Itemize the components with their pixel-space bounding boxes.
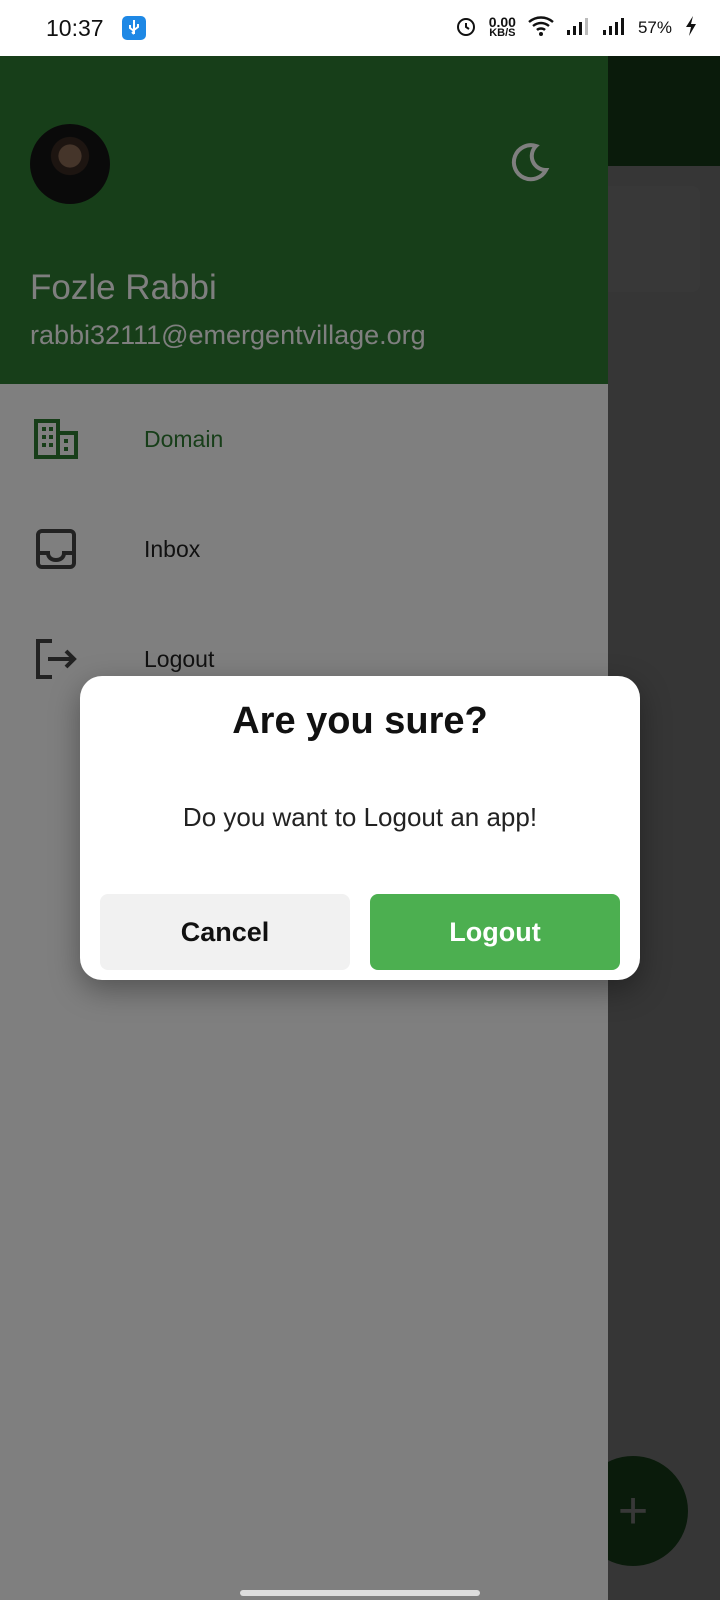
dialog-title: Are you sure? bbox=[232, 700, 488, 742]
wifi-icon bbox=[528, 15, 554, 41]
dialog-message: Do you want to Logout an app! bbox=[182, 802, 538, 832]
status-time: 10:37 bbox=[46, 14, 104, 41]
status-bar: 10:37 0.00 KB/S 57% bbox=[0, 0, 720, 56]
logout-dialog: Are you sure? Do you want to Logout an a… bbox=[80, 676, 640, 980]
alarm-icon bbox=[455, 15, 477, 42]
status-icons: 0.00 KB/S 57% bbox=[455, 15, 698, 42]
signal-icon bbox=[566, 16, 590, 41]
usb-icon bbox=[121, 16, 146, 40]
signal-icon bbox=[602, 16, 626, 41]
charging-icon bbox=[684, 15, 698, 42]
gesture-handle bbox=[240, 1590, 480, 1596]
battery-level: 57% bbox=[637, 18, 672, 37]
net-speed: 0.00 KB/S bbox=[488, 14, 516, 39]
logout-button[interactable]: Logout bbox=[370, 894, 620, 970]
cancel-button[interactable]: Cancel bbox=[100, 894, 350, 970]
